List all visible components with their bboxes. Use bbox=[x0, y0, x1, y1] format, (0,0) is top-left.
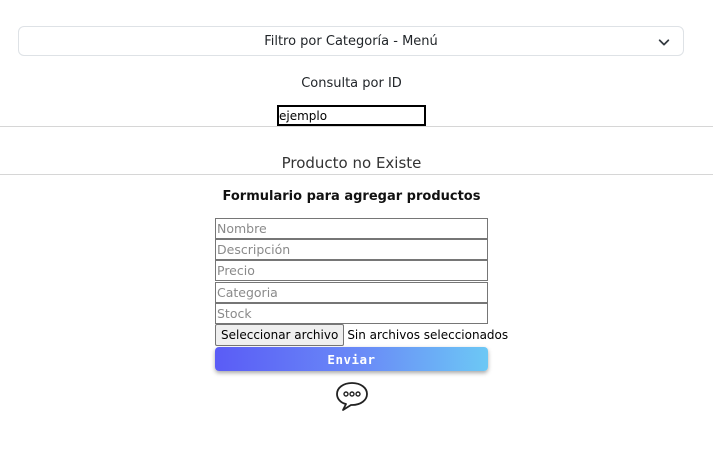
result-message: Producto no Existe bbox=[281, 154, 422, 172]
select-file-button[interactable]: Seleccionar archivo bbox=[215, 324, 345, 346]
consulta-id-label: Consulta por ID bbox=[301, 76, 402, 91]
form-title: Formulario para agregar productos bbox=[222, 189, 481, 204]
descripcion-field[interactable] bbox=[215, 239, 488, 260]
file-input[interactable]: Seleccionar archivo Sin archivos selecci… bbox=[215, 324, 508, 346]
file-status: Sin archivos seleccionados bbox=[347, 328, 509, 342]
page: Filtro por Categoría - Menú Consulta por… bbox=[0, 0, 713, 465]
divider bbox=[0, 174, 713, 175]
id-search-input[interactable] bbox=[277, 105, 426, 126]
category-filter-select[interactable]: Filtro por Categoría - Menú bbox=[18, 26, 684, 56]
chevron-down-icon bbox=[658, 39, 670, 46]
chat-bubble-icon[interactable] bbox=[334, 380, 370, 412]
categoria-field[interactable] bbox=[215, 282, 488, 303]
divider bbox=[0, 126, 713, 127]
submit-button[interactable]: Enviar bbox=[215, 347, 488, 371]
stock-field[interactable] bbox=[215, 303, 488, 324]
precio-field[interactable] bbox=[215, 260, 488, 281]
category-filter-value: Filtro por Categoría - Menú bbox=[264, 33, 438, 49]
nombre-field[interactable] bbox=[215, 218, 488, 239]
